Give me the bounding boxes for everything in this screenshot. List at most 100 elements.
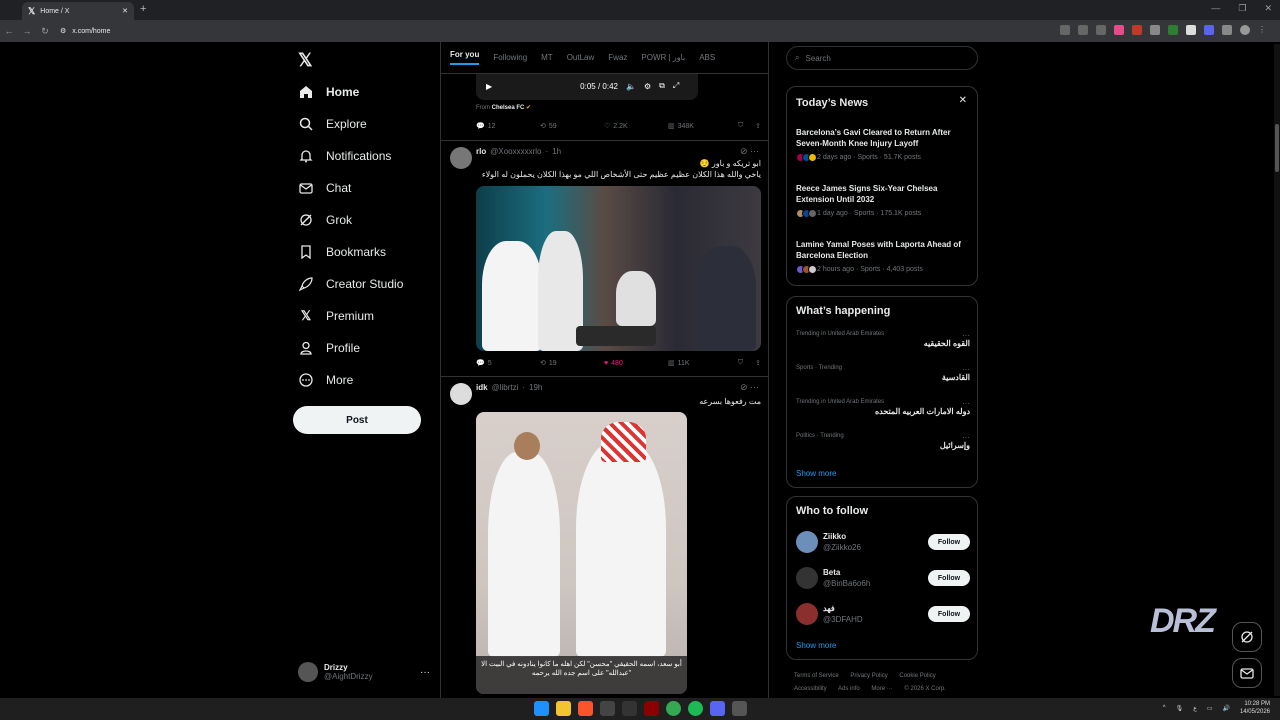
browser-tab[interactable]: 𝕏 Home / X ✕ xyxy=(22,2,134,20)
app-icon[interactable] xyxy=(600,701,615,716)
follow-button[interactable]: Follow xyxy=(928,606,970,622)
repost-button[interactable]: ⟲ 19 xyxy=(540,359,604,368)
star-icon[interactable] xyxy=(1096,25,1106,35)
post-button[interactable]: Post xyxy=(293,406,421,434)
tweet[interactable]: idk @librtzi · 19h ⊘ ··· مت رفعوها بسرعه… xyxy=(441,377,768,698)
like-button[interactable]: ♥ 480 xyxy=(604,360,668,367)
tab-powr[interactable]: POWR | باور xyxy=(641,53,685,62)
discord-icon[interactable] xyxy=(710,701,725,716)
minimize-icon[interactable]: — xyxy=(1211,3,1220,14)
volume-icon[interactable]: 🔊 xyxy=(1222,705,1229,712)
grok-floating-button[interactable] xyxy=(1232,622,1262,652)
share-icon[interactable]: ⇪ xyxy=(755,122,761,130)
page-scrollbar[interactable] xyxy=(1274,44,1280,696)
follow-suggestion[interactable]: Ziikko @Ziikko26 Follow xyxy=(796,531,970,557)
share-icon[interactable]: ⇪ xyxy=(755,359,761,367)
app-icon[interactable] xyxy=(732,701,747,716)
app-icon[interactable] xyxy=(644,701,659,716)
cast-icon[interactable] xyxy=(1078,25,1088,35)
sidebar-item-explore[interactable]: Explore xyxy=(298,112,367,136)
close-tab-icon[interactable]: ✕ xyxy=(122,7,128,15)
avatar[interactable] xyxy=(796,567,818,589)
extension-icon[interactable] xyxy=(1132,25,1142,35)
footer-link[interactable]: Privacy Policy xyxy=(850,673,887,679)
tweet-image[interactable]: أبو سعد، اسمه الحقيقي "محسن" لكن اهله ما… xyxy=(476,412,687,694)
trend-item[interactable]: Trending in United Arab Emirates القوه ا… xyxy=(796,331,970,348)
reply-button[interactable]: 💬 5 xyxy=(476,359,540,368)
tab-fwaz[interactable]: Fwaz xyxy=(608,53,627,62)
chrome-icon[interactable] xyxy=(666,701,681,716)
avatar[interactable] xyxy=(796,531,818,553)
reply-button[interactable]: 💬 12 xyxy=(476,122,540,131)
avatar[interactable] xyxy=(796,603,818,625)
sidebar-item-chat[interactable]: Chat xyxy=(298,176,351,200)
tab-outlaw[interactable]: OutLaw xyxy=(567,53,595,62)
bookmark-icon[interactable]: ⛉ xyxy=(738,122,743,130)
spotify-icon[interactable] xyxy=(688,701,703,716)
start-icon[interactable] xyxy=(534,701,549,716)
more-icon[interactable]: ⊘ ··· xyxy=(740,146,759,157)
sidebar-item-more[interactable]: More xyxy=(298,368,353,392)
forward-icon[interactable]: → xyxy=(18,26,36,36)
maximize-icon[interactable]: ❐ xyxy=(1238,3,1246,14)
sidebar-item-notifications[interactable]: Notifications xyxy=(298,144,391,168)
tab-following[interactable]: Following xyxy=(493,53,527,62)
source-name[interactable]: Chelsea FC xyxy=(492,105,525,111)
back-icon[interactable]: ← xyxy=(0,26,18,36)
post-time[interactable]: 19h xyxy=(529,383,542,392)
show-more-link[interactable]: Show more xyxy=(796,469,836,478)
keyboard-language[interactable]: ع xyxy=(1193,705,1197,712)
network-icon[interactable]: ▭ xyxy=(1207,705,1213,712)
close-icon[interactable]: ✕ xyxy=(959,95,967,106)
play-icon[interactable]: ▶ xyxy=(486,82,492,91)
footer-link[interactable]: More ··· xyxy=(871,686,892,692)
follow-suggestion[interactable]: Beta @BinBa6o6h Follow xyxy=(796,567,970,593)
sidebar-item-profile[interactable]: Profile xyxy=(298,336,360,360)
clock[interactable]: 10:28 PM 14/05/2026 xyxy=(1240,700,1270,716)
new-tab-icon[interactable]: + xyxy=(140,3,146,15)
more-icon[interactable]: ··· xyxy=(962,331,970,340)
settings-icon[interactable]: ⚙ xyxy=(644,82,651,91)
news-item[interactable]: Lamine Yamal Poses with Laporta Ahead of… xyxy=(796,239,968,274)
post-time[interactable]: 1h xyxy=(552,147,561,156)
footer-link[interactable]: Cookie Policy xyxy=(899,673,935,679)
trend-item[interactable]: Politics · Trending وإسرائيل ··· xyxy=(796,433,970,450)
messages-floating-button[interactable] xyxy=(1232,658,1262,688)
tab-abs[interactable]: ABS xyxy=(699,53,715,62)
bookmark-icon[interactable]: ⛉ xyxy=(738,359,743,367)
trend-item[interactable]: Sports · Trending القادسية ··· xyxy=(796,365,970,382)
news-item[interactable]: Barcelona’s Gavi Cleared to Return After… xyxy=(796,127,968,162)
sidebar-item-creator-studio[interactable]: Creator Studio xyxy=(298,272,403,296)
puzzle-icon[interactable] xyxy=(1222,25,1232,35)
avatar[interactable] xyxy=(450,383,472,405)
author-handle[interactable]: @librtzi xyxy=(492,383,519,392)
account-switcher[interactable]: Drizzy @AightDrizzy ··· xyxy=(298,658,430,686)
pip-icon[interactable]: ⧉ xyxy=(659,81,665,91)
show-more-link[interactable]: Show more xyxy=(796,641,836,650)
views-button[interactable]: ▥ 348K xyxy=(668,122,732,131)
extension-icon[interactable] xyxy=(1114,25,1124,35)
app-icon[interactable] xyxy=(622,701,637,716)
author-handle[interactable]: @Xooxxxxxrlo xyxy=(490,147,541,156)
folder-icon[interactable] xyxy=(556,701,571,716)
tab-mt[interactable]: MT xyxy=(541,53,553,62)
search-input[interactable]: ⌕ Search xyxy=(786,46,978,70)
more-icon[interactable]: ··· xyxy=(962,433,970,442)
tweet[interactable]: rlo @Xooxxxxxrlo · 1h ⊘ ··· ابو تريكه و … xyxy=(441,141,768,375)
video-player-controls[interactable]: ▶ 0:05 / 0:42 🔈 ⚙ ⧉ ⤢ xyxy=(476,72,698,100)
more-icon[interactable]: ⊘ ··· xyxy=(740,382,759,393)
sidebar-item-home[interactable]: Home xyxy=(298,80,359,104)
fullscreen-icon[interactable]: ⤢ xyxy=(673,81,679,91)
footer-link[interactable]: Terms of Service xyxy=(794,673,839,679)
brave-icon[interactable] xyxy=(578,701,593,716)
repost-button[interactable]: ⟲ 59 xyxy=(540,122,604,131)
zoom-icon[interactable] xyxy=(1060,25,1070,35)
more-icon[interactable]: ··· xyxy=(420,667,430,678)
extension-icon[interactable] xyxy=(1168,25,1178,35)
author-name[interactable]: rlo xyxy=(476,147,486,156)
volume-icon[interactable]: 🔈 xyxy=(626,82,636,91)
footer-link[interactable]: Ads info xyxy=(838,686,860,692)
extension-icon[interactable] xyxy=(1204,25,1214,35)
extension-icon[interactable] xyxy=(1150,25,1160,35)
sidebar-item-grok[interactable]: Grok xyxy=(298,208,352,232)
